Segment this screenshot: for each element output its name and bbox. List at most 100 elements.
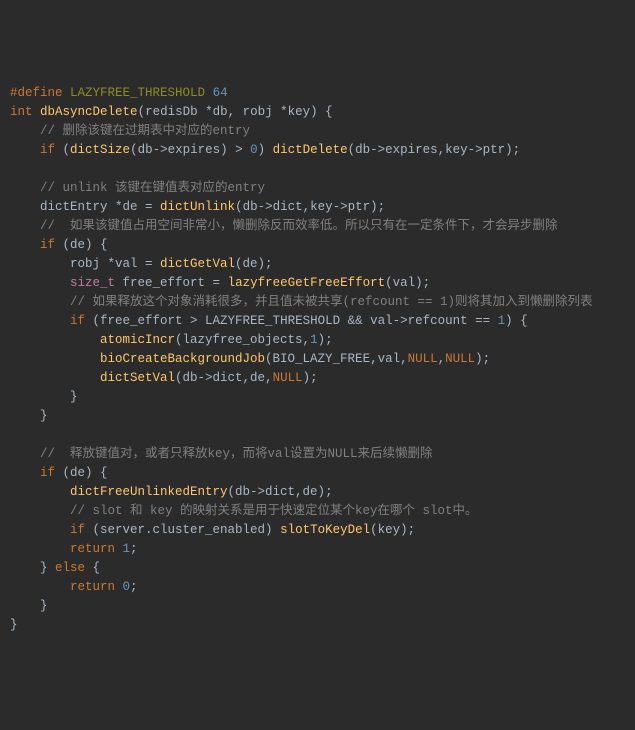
null: NULL xyxy=(273,371,303,385)
code-line: #define LAZYFREE_THRESHOLD 64 xyxy=(10,84,625,103)
text: (val); xyxy=(385,276,430,290)
text: ) xyxy=(258,143,273,157)
code-line: } xyxy=(10,407,625,426)
code-line: // 释放键值对，或者只释放key，而将val设置为NULL来后续懒删除 xyxy=(10,445,625,464)
number: 1 xyxy=(115,542,130,556)
macro-name: LAZYFREE_THRESHOLD xyxy=(70,86,205,100)
code-line: } else { xyxy=(10,559,625,578)
code-line: } xyxy=(10,616,625,635)
code-line: dictSetVal(db->dict,de,NULL); xyxy=(10,369,625,388)
code-block: #define LAZYFREE_THRESHOLD 64int dbAsync… xyxy=(10,84,625,635)
number: 0 xyxy=(250,143,258,157)
code-line: int dbAsyncDelete(redisDb *db, robj *key… xyxy=(10,103,625,122)
code-line: // 删除该键在过期表中对应的entry xyxy=(10,122,625,141)
code-line: size_t free_effort = lazyfreeGetFreeEffo… xyxy=(10,274,625,293)
function-call: dictSize xyxy=(70,143,130,157)
code-line: dictEntry *de = dictUnlink(db->dict,key-… xyxy=(10,198,625,217)
keyword: #define xyxy=(10,86,63,100)
text: (db->dict,de); xyxy=(228,485,333,499)
code-line: } xyxy=(10,597,625,616)
function-call: dictFreeUnlinkedEntry xyxy=(70,485,228,499)
comment: // unlink 该键在键值表对应的entry xyxy=(40,181,265,195)
code-line: return 1; xyxy=(10,540,625,559)
comment: // 如果该键值占用空间非常小，懒删除反而效率低。所以只有在一定条件下，才会异步… xyxy=(40,219,558,233)
keyword: if xyxy=(70,314,85,328)
keyword: if xyxy=(40,143,55,157)
function-name: dbAsyncDelete xyxy=(40,105,138,119)
comment: // 如果释放这个对象消耗很多，并且值未被共享(refcount == 1)则将… xyxy=(70,295,593,309)
keyword: else xyxy=(55,561,85,575)
keyword: return xyxy=(70,542,115,556)
text: (de) { xyxy=(55,466,108,480)
function-call: slotToKeyDel xyxy=(280,523,370,537)
function-call: dictDelete xyxy=(273,143,348,157)
function-call: dictUnlink xyxy=(160,200,235,214)
text: free_effort = xyxy=(115,276,228,290)
code-line: if (server.cluster_enabled) slotToKeyDel… xyxy=(10,521,625,540)
null: NULL xyxy=(445,352,475,366)
text: ); xyxy=(318,333,333,347)
text: , xyxy=(438,352,446,366)
text: (server.cluster_enabled) xyxy=(85,523,280,537)
code-line: if (dictSize(db->expires) > 0) dictDelet… xyxy=(10,141,625,160)
code-line: robj *val = dictGetVal(de); xyxy=(10,255,625,274)
blank-line xyxy=(10,426,625,445)
comment: // 删除该键在过期表中对应的entry xyxy=(40,124,250,138)
code-line: bioCreateBackgroundJob(BIO_LAZY_FREE,val… xyxy=(10,350,625,369)
brace: } xyxy=(40,561,55,575)
text: ) { xyxy=(505,314,528,328)
code-line: if (de) { xyxy=(10,464,625,483)
keyword: int xyxy=(10,105,33,119)
function-call: dictGetVal xyxy=(160,257,235,271)
keyword: if xyxy=(70,523,85,537)
brace: } xyxy=(10,618,18,632)
brace: } xyxy=(40,599,48,613)
comment: // 释放键值对，或者只释放key，而将val设置为NULL来后续懒删除 xyxy=(40,447,433,461)
type: size_t xyxy=(70,276,115,290)
text: (de); xyxy=(235,257,273,271)
text: ); xyxy=(475,352,490,366)
text: (free_effort > LAZYFREE_THRESHOLD && val… xyxy=(85,314,498,328)
text: { xyxy=(85,561,100,575)
code-line: atomicIncr(lazyfree_objects,1); xyxy=(10,331,625,350)
brace: } xyxy=(70,390,78,404)
code-line: // slot 和 key 的映射关系是用于快速定位某个key在哪个 slot中… xyxy=(10,502,625,521)
code-line: // 如果释放这个对象消耗很多，并且值未被共享(refcount == 1)则将… xyxy=(10,293,625,312)
function-call: bioCreateBackgroundJob xyxy=(100,352,265,366)
number: 1 xyxy=(498,314,506,328)
text: ; xyxy=(130,580,138,594)
code-line: if (de) { xyxy=(10,236,625,255)
text: (db->expires) > xyxy=(130,143,250,157)
number: 1 xyxy=(310,333,318,347)
text: (de) { xyxy=(55,238,108,252)
keyword: return xyxy=(70,580,115,594)
text: (lazyfree_objects, xyxy=(175,333,310,347)
function-call: lazyfreeGetFreeEffort xyxy=(228,276,386,290)
function-call: atomicIncr xyxy=(100,333,175,347)
code-line: dictFreeUnlinkedEntry(db->dict,de); xyxy=(10,483,625,502)
text: (db->expires,key->ptr); xyxy=(348,143,521,157)
null: NULL xyxy=(408,352,438,366)
keyword: if xyxy=(40,466,55,480)
text: robj *val = xyxy=(70,257,160,271)
code-line: if (free_effort > LAZYFREE_THRESHOLD && … xyxy=(10,312,625,331)
text: ( xyxy=(55,143,70,157)
function-call: dictSetVal xyxy=(100,371,175,385)
blank-line xyxy=(10,160,625,179)
code-line: return 0; xyxy=(10,578,625,597)
brace: } xyxy=(40,409,48,423)
number: 64 xyxy=(213,86,228,100)
text: (BIO_LAZY_FREE,val, xyxy=(265,352,408,366)
text: (db->dict,key->ptr); xyxy=(235,200,385,214)
text: ); xyxy=(303,371,318,385)
number: 0 xyxy=(115,580,130,594)
text: dictEntry *de = xyxy=(40,200,160,214)
code-line: // 如果该键值占用空间非常小，懒删除反而效率低。所以只有在一定条件下，才会异步… xyxy=(10,217,625,236)
text: ; xyxy=(130,542,138,556)
comment: // slot 和 key 的映射关系是用于快速定位某个key在哪个 slot中… xyxy=(70,504,478,518)
text: (db->dict,de, xyxy=(175,371,273,385)
signature: (redisDb *db, robj *key) { xyxy=(138,105,333,119)
code-line: } xyxy=(10,388,625,407)
keyword: if xyxy=(40,238,55,252)
text: (key); xyxy=(370,523,415,537)
